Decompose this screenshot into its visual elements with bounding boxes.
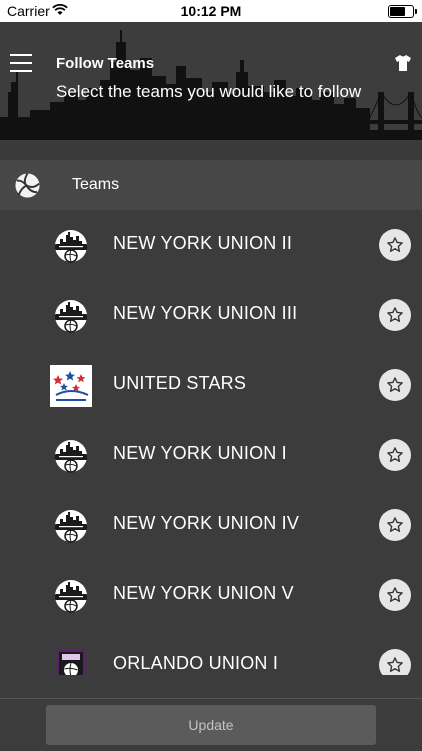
team-row[interactable]: ORLANDO UNION I [0,630,422,675]
section-label: Teams [72,176,120,193]
team-name: NEW YORK UNION II [113,233,293,253]
star-outline-icon [387,447,403,462]
team-name: ORLANDO UNION I [113,653,279,673]
team-name: NEW YORK UNION V [113,583,294,603]
follow-star-button[interactable] [379,509,411,541]
team-list: NEW YORK UNION II NEW YORK UNION III UNI… [0,210,422,675]
volleyball-icon [15,172,40,198]
city-skyline-image [0,30,422,140]
team-name: NEW YORK UNION I [113,443,287,463]
status-time: 10:12 PM [180,3,242,19]
header: Follow Teams Select the teams you would … [0,22,422,140]
star-outline-icon [387,587,403,602]
follow-star-button[interactable] [379,439,411,471]
team-name: NEW YORK UNION III [113,303,298,323]
star-outline-icon [387,657,403,672]
jersey-icon[interactable] [394,54,412,72]
follow-star-button[interactable] [379,299,411,331]
battery-icon [388,5,417,18]
update-button[interactable]: Update [46,705,376,745]
follow-star-button[interactable] [379,369,411,401]
status-bar: Carrier 10:12 PM [0,0,422,22]
team-row[interactable]: NEW YORK UNION III [0,280,422,350]
new-york-union-logo [55,580,87,613]
bottom-bar: Update [0,698,422,751]
team-name: UNITED STARS [113,373,247,393]
team-row[interactable]: NEW YORK UNION IV [0,490,422,560]
follow-star-button[interactable] [379,229,411,261]
orlando-union-logo [57,650,85,675]
team-row[interactable]: NEW YORK UNION II [0,210,422,280]
follow-star-button[interactable] [379,649,411,675]
new-york-union-logo [55,440,87,473]
new-york-union-logo [55,300,87,333]
star-outline-icon [387,517,403,532]
section-header: Teams [0,160,422,210]
team-row[interactable]: UNITED STARS [0,350,422,420]
team-row[interactable]: NEW YORK UNION I [0,420,422,490]
star-outline-icon [387,377,403,392]
page-title: Follow Teams [56,55,155,72]
header-spacer [0,140,422,160]
follow-star-button[interactable] [379,579,411,611]
new-york-union-logo [55,510,87,543]
star-outline-icon [387,307,403,322]
team-name: NEW YORK UNION IV [113,513,300,533]
hamburger-menu-icon[interactable] [10,54,32,72]
united-stars-logo [50,365,92,407]
team-row[interactable]: NEW YORK UNION V [0,560,422,630]
star-outline-icon [387,237,403,252]
page-subtitle: Select the teams you would like to follo… [56,82,362,101]
new-york-union-logo [55,230,87,263]
